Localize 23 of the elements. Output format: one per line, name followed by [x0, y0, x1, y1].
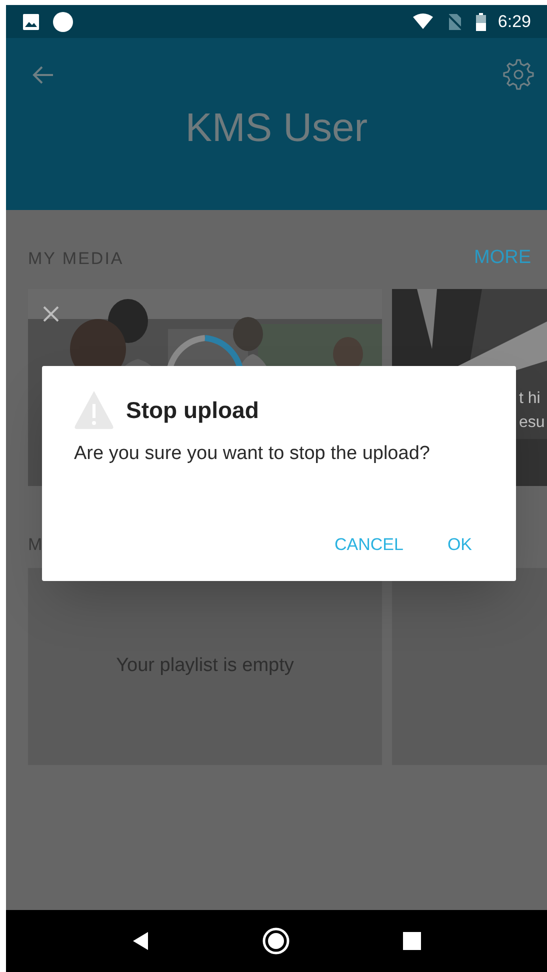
- caption-text: esu: [519, 412, 545, 432]
- back-nav-button[interactable]: [132, 931, 150, 951]
- dialog-message: Are you sure you want to stop the upload?: [74, 442, 431, 466]
- close-button[interactable]: [42, 304, 60, 322]
- recents-button[interactable]: [402, 932, 421, 950]
- ok-button[interactable]: OK: [447, 532, 472, 557]
- image-icon: [22, 12, 40, 30]
- dialog-title: Stop upload: [126, 396, 259, 425]
- close-icon: [42, 304, 60, 322]
- wifi-icon: [412, 13, 434, 30]
- caption-text: t hi: [519, 388, 542, 408]
- home-button[interactable]: [262, 927, 290, 955]
- square-icon: [402, 932, 421, 950]
- back-triangle-icon: [132, 931, 150, 951]
- home-circle-icon: [262, 927, 290, 955]
- cancel-button[interactable]: CANCEL: [334, 532, 404, 557]
- back-arrow-icon: [32, 64, 54, 86]
- more-link[interactable]: MORE: [474, 244, 531, 272]
- settings-icon: [503, 58, 535, 90]
- circle-icon: [52, 10, 74, 32]
- profile-name: KMS User: [184, 105, 369, 152]
- status-time: 6:29: [498, 10, 531, 33]
- battery-icon: [476, 12, 486, 30]
